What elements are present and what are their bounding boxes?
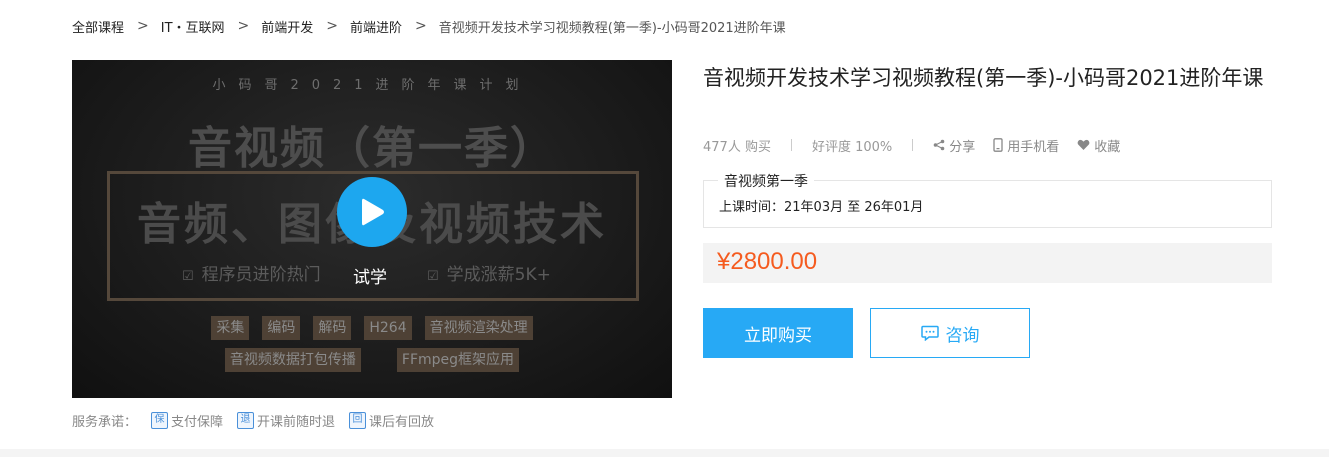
- service-item-refund: 退 开课前随时退: [237, 411, 335, 430]
- cover-tag: 音视频数据打包传播: [224, 348, 361, 372]
- cover-tags-row: 采集 编码 解码 H264 音视频渲染处理: [72, 316, 672, 340]
- buyers-count: 477人 购买: [703, 139, 771, 155]
- service-label: 服务承诺：: [72, 414, 138, 430]
- breadcrumb-frontend-advanced[interactable]: 前端进阶: [350, 17, 402, 36]
- share-button[interactable]: 分享: [933, 136, 975, 155]
- breadcrumb-separator-icon: >: [415, 18, 427, 34]
- buy-now-button[interactable]: 立即购买: [703, 308, 853, 358]
- breadcrumb-all-courses[interactable]: 全部课程: [72, 17, 124, 36]
- service-item-payment: 保 支付保障: [151, 411, 223, 430]
- refund-icon: 退: [237, 411, 255, 429]
- mobile-view-button[interactable]: 用手机看: [993, 136, 1059, 155]
- cover-tag: H264: [364, 316, 412, 340]
- service-item-replay: 回 课后有回放: [349, 411, 434, 430]
- checkbox-icon: ☑: [182, 269, 194, 284]
- mobile-phone-icon: [993, 138, 1003, 152]
- play-button[interactable]: [337, 177, 407, 247]
- course-title: 音视频开发技术学习视频教程(第一季)-小码哥2021进阶年课: [703, 66, 1264, 90]
- price-bar: ¥2800.00: [703, 243, 1272, 283]
- favorite-label: 收藏: [1094, 139, 1121, 155]
- payment-guarantee-icon: 保: [151, 411, 169, 429]
- footer-divider: [0, 449, 1329, 457]
- breadcrumb-separator-icon: >: [137, 18, 149, 34]
- breadcrumb-current: 音视频开发技术学习视频教程(第一季)-小码哥2021进阶年课: [438, 20, 786, 36]
- mobile-view-label: 用手机看: [1007, 139, 1060, 155]
- price: ¥2800.00: [717, 248, 818, 275]
- breadcrumb-frontend-dev[interactable]: 前端开发: [261, 17, 313, 36]
- play-icon: [362, 198, 384, 226]
- breadcrumb-it-internet[interactable]: IT・互联网: [161, 17, 225, 36]
- share-icon: [933, 139, 945, 151]
- chat-icon: [920, 325, 939, 341]
- favorite-button[interactable]: 收藏: [1077, 136, 1120, 155]
- checkbox-icon: ☑: [427, 269, 439, 284]
- cover-tag: FFmpeg框架应用: [396, 348, 520, 372]
- service-item-text: 支付保障: [171, 414, 224, 430]
- replay-icon: 回: [349, 411, 367, 429]
- cover-tags-row: 音视频数据打包传播 FFmpeg框架应用: [72, 348, 672, 372]
- rating: 好评度 100%: [811, 139, 893, 155]
- heart-icon: [1077, 139, 1090, 150]
- cover-tag: 音视频渲染处理: [424, 316, 533, 340]
- breadcrumb-separator-icon: >: [326, 18, 339, 34]
- cover-tag: 采集: [211, 316, 250, 340]
- cover-point-text: 学成涨薪5K+: [446, 265, 551, 285]
- class-time: 上课时间：21年03月 至 26年01月: [719, 200, 924, 215]
- cover-tag: 解码: [313, 316, 352, 340]
- trial-label[interactable]: 试学: [353, 263, 387, 288]
- cover-season-text: 音视频（第一季）: [188, 123, 556, 174]
- service-promises: 服务承诺： 保 支付保障 退 开课前随时退 回 课后有回放: [72, 411, 448, 430]
- divider: [790, 139, 792, 151]
- service-item-text: 课后有回放: [369, 414, 435, 430]
- cover-point: ☑ 学成涨薪5K+: [427, 260, 551, 285]
- share-label: 分享: [949, 139, 976, 155]
- consult-label: 咨询: [945, 325, 980, 346]
- cover-point: ☑ 程序员进阶热门: [182, 260, 321, 285]
- consult-button[interactable]: 咨询: [870, 308, 1030, 358]
- cover-point-text: 程序员进阶热门: [201, 265, 321, 285]
- course-meta: 477人 购买 好评度 100% 分享 用手机看 收藏: [703, 135, 1138, 155]
- cover-tag: 编码: [262, 316, 301, 340]
- breadcrumb-separator-icon: >: [237, 18, 250, 34]
- season-legend: 音视频第一季: [718, 171, 814, 191]
- divider: [912, 139, 914, 151]
- breadcrumb: 全部课程 > IT・互联网 > 前端开发 > 前端进阶 > 音视频开发技术学习视…: [72, 16, 786, 36]
- course-cover[interactable]: 小码哥2021进阶年课计划 音视频（第一季） 音频、图像及视频技术 ☑程序员进阶…: [72, 60, 672, 398]
- cover-plan-text: 小码哥2021进阶年课计划: [212, 78, 532, 93]
- season-box: 音视频第一季 上课时间：21年03月 至 26年01月: [703, 171, 1272, 228]
- service-item-text: 开课前随时退: [257, 414, 336, 430]
